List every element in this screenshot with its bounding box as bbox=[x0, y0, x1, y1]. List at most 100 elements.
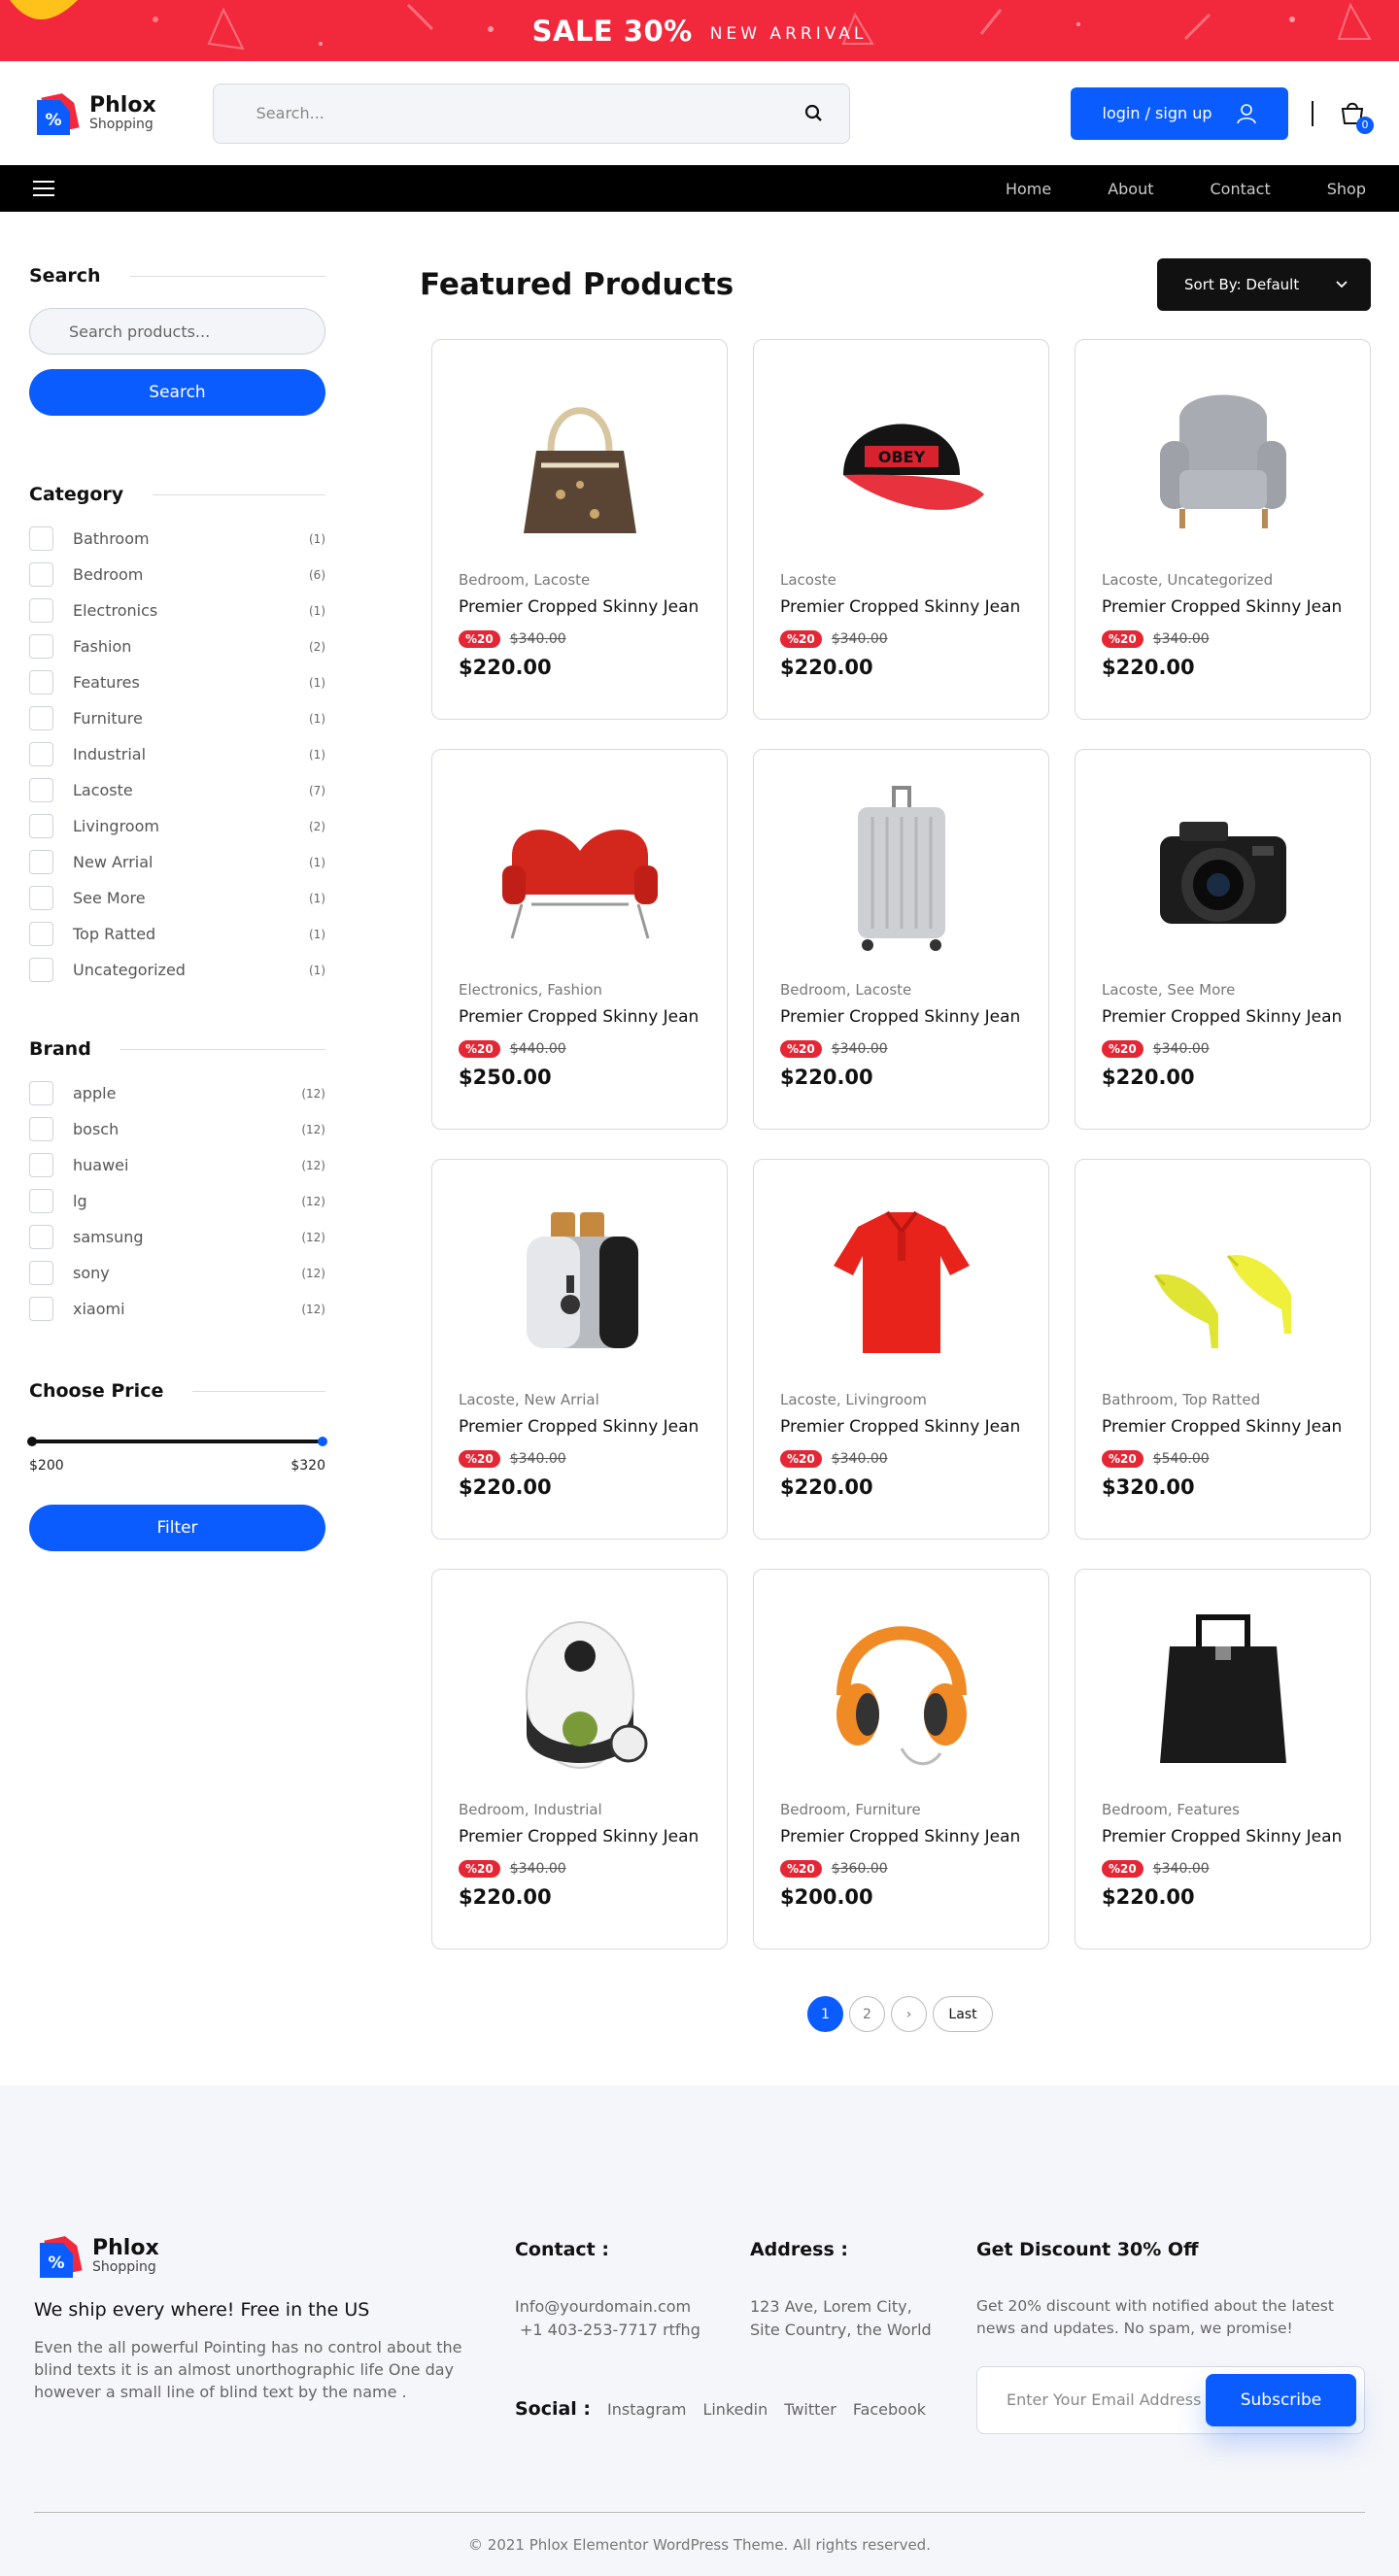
checkbox[interactable] bbox=[29, 1261, 53, 1285]
product-card[interactable]: Bedroom, Furniture Premier Cropped Skinny… bbox=[753, 1569, 1049, 1949]
category-item[interactable]: Top Ratted (1) bbox=[29, 916, 325, 952]
product-image[interactable] bbox=[459, 340, 700, 571]
checkbox[interactable] bbox=[29, 1117, 53, 1141]
product-card[interactable]: Lacoste, Livingroom Premier Cropped Skinn… bbox=[753, 1159, 1049, 1540]
checkbox[interactable] bbox=[29, 526, 53, 551]
last-page-button[interactable]: Last bbox=[933, 1996, 993, 2032]
product-image[interactable] bbox=[1102, 340, 1344, 571]
checkbox[interactable] bbox=[29, 814, 53, 838]
product-categories[interactable]: Lacoste bbox=[780, 571, 1022, 589]
product-categories[interactable]: Bedroom, Lacoste bbox=[780, 981, 1022, 999]
price-slider[interactable] bbox=[27, 1437, 327, 1446]
checkbox[interactable] bbox=[29, 1153, 53, 1177]
contact-phone[interactable]: +1 403-253-7717 rtfhg bbox=[515, 2319, 750, 2342]
product-card[interactable]: Lacoste, Uncategorized Premier Cropped Sk… bbox=[1075, 339, 1371, 720]
sort-dropdown[interactable]: Sort By: Default bbox=[1157, 258, 1371, 311]
product-title[interactable]: Premier Cropped Skinny Jean bbox=[459, 1007, 700, 1027]
brand-item[interactable]: lg (12) bbox=[29, 1183, 325, 1219]
contact-email[interactable]: Info@yourdomain.com bbox=[515, 2295, 750, 2319]
nav-about[interactable]: About bbox=[1108, 180, 1153, 198]
product-categories[interactable]: Bathroom, Top Ratted bbox=[1102, 1391, 1344, 1408]
filter-button[interactable]: Filter bbox=[29, 1505, 325, 1551]
footer-logo[interactable]: % Phlox Shopping bbox=[34, 2231, 489, 2282]
category-item[interactable]: Features (1) bbox=[29, 664, 325, 700]
search-icon[interactable] bbox=[804, 104, 824, 123]
product-image[interactable] bbox=[1102, 750, 1344, 981]
nav-shop[interactable]: Shop bbox=[1327, 180, 1366, 198]
product-title[interactable]: Premier Cropped Skinny Jean bbox=[1102, 1827, 1344, 1847]
brand-item[interactable]: samsung (12) bbox=[29, 1219, 325, 1255]
header-search-input[interactable] bbox=[256, 104, 804, 122]
product-card[interactable]: OBEY Lacoste Premier Cropped Skinny Jean %2… bbox=[753, 339, 1049, 720]
brand-item[interactable]: bosch (12) bbox=[29, 1111, 325, 1147]
checkbox[interactable] bbox=[29, 670, 53, 695]
brand-item[interactable]: huawei (12) bbox=[29, 1147, 325, 1183]
checkbox[interactable] bbox=[29, 634, 53, 659]
product-title[interactable]: Premier Cropped Skinny Jean bbox=[1102, 1007, 1344, 1027]
product-card[interactable]: Electronics, Fashion Premier Cropped Skin… bbox=[431, 749, 728, 1130]
product-card[interactable]: Bedroom, Lacoste Premier Cropped Skinny J… bbox=[431, 339, 728, 720]
product-title[interactable]: Premier Cropped Skinny Jean bbox=[780, 1827, 1022, 1847]
product-card[interactable]: Bedroom, Features Premier Cropped Skinny … bbox=[1075, 1569, 1371, 1949]
page-1-button[interactable]: 1 bbox=[807, 1996, 843, 2032]
product-image[interactable] bbox=[1102, 1570, 1344, 1801]
checkbox[interactable] bbox=[29, 562, 53, 587]
brand-item[interactable]: apple (12) bbox=[29, 1075, 325, 1111]
newsletter-email-input[interactable] bbox=[1007, 2390, 1206, 2409]
checkbox[interactable] bbox=[29, 742, 53, 766]
product-categories[interactable]: Bedroom, Features bbox=[1102, 1801, 1344, 1818]
product-title[interactable]: Premier Cropped Skinny Jean bbox=[780, 1417, 1022, 1437]
product-title[interactable]: Premier Cropped Skinny Jean bbox=[459, 1417, 700, 1437]
product-image[interactable] bbox=[780, 1160, 1022, 1391]
product-image[interactable]: OBEY bbox=[780, 340, 1022, 571]
price-min-handle[interactable] bbox=[27, 1437, 37, 1446]
product-card[interactable]: Lacoste, New Arrial Premier Cropped Skinn… bbox=[431, 1159, 728, 1540]
product-categories[interactable]: Lacoste, New Arrial bbox=[459, 1391, 700, 1408]
brand-item[interactable]: sony (12) bbox=[29, 1255, 325, 1291]
product-title[interactable]: Premier Cropped Skinny Jean bbox=[459, 1827, 700, 1847]
product-image[interactable] bbox=[780, 1570, 1022, 1801]
product-categories[interactable]: Electronics, Fashion bbox=[459, 981, 700, 999]
product-card[interactable]: Bedroom, Industrial Premier Cropped Skinn… bbox=[431, 1569, 728, 1949]
product-card[interactable]: Bathroom, Top Ratted Premier Cropped Skin… bbox=[1075, 1159, 1371, 1540]
checkbox[interactable] bbox=[29, 778, 53, 802]
product-categories[interactable]: Bedroom, Industrial bbox=[459, 1801, 700, 1818]
product-image[interactable] bbox=[1102, 1160, 1344, 1391]
product-title[interactable]: Premier Cropped Skinny Jean bbox=[780, 1007, 1022, 1027]
product-categories[interactable]: Lacoste, Uncategorized bbox=[1102, 571, 1344, 589]
category-item[interactable]: Bedroom (6) bbox=[29, 557, 325, 593]
checkbox[interactable] bbox=[29, 1225, 53, 1249]
product-categories[interactable]: Bedroom, Furniture bbox=[780, 1801, 1022, 1818]
category-item[interactable]: Livingroom (2) bbox=[29, 808, 325, 844]
checkbox[interactable] bbox=[29, 1297, 53, 1321]
product-title[interactable]: Premier Cropped Skinny Jean bbox=[1102, 1417, 1344, 1437]
product-categories[interactable]: Bedroom, Lacoste bbox=[459, 571, 700, 589]
product-title[interactable]: Premier Cropped Skinny Jean bbox=[1102, 597, 1344, 617]
site-logo[interactable]: % Phlox Shopping bbox=[31, 88, 156, 139]
subscribe-button[interactable]: Subscribe bbox=[1206, 2373, 1356, 2426]
product-image[interactable] bbox=[459, 1160, 700, 1391]
category-item[interactable]: Fashion (2) bbox=[29, 628, 325, 664]
cart-button[interactable]: 0 bbox=[1339, 99, 1374, 134]
checkbox[interactable] bbox=[29, 706, 53, 730]
login-button[interactable]: login / sign up bbox=[1071, 86, 1288, 140]
nav-home[interactable]: Home bbox=[1006, 180, 1051, 198]
checkbox[interactable] bbox=[29, 1081, 53, 1105]
next-page-button[interactable]: › bbox=[891, 1996, 927, 2032]
price-max-handle[interactable] bbox=[318, 1437, 327, 1446]
product-card[interactable]: Bedroom, Lacoste Premier Cropped Skinny J… bbox=[753, 749, 1049, 1130]
category-item[interactable]: Electronics (1) bbox=[29, 593, 325, 628]
category-item[interactable]: New Arrial (1) bbox=[29, 844, 325, 880]
checkbox[interactable] bbox=[29, 922, 53, 946]
social-instagram[interactable]: Instagram bbox=[607, 2400, 686, 2419]
checkbox[interactable] bbox=[29, 886, 53, 910]
page-2-button[interactable]: 2 bbox=[849, 1996, 885, 2032]
product-image[interactable] bbox=[780, 750, 1022, 981]
product-title[interactable]: Premier Cropped Skinny Jean bbox=[780, 597, 1022, 617]
brand-item[interactable]: xiaomi (12) bbox=[29, 1291, 325, 1327]
checkbox[interactable] bbox=[29, 850, 53, 874]
product-image[interactable] bbox=[459, 750, 700, 981]
category-item[interactable]: Lacoste (7) bbox=[29, 772, 325, 808]
product-title[interactable]: Premier Cropped Skinny Jean bbox=[459, 597, 700, 617]
menu-icon[interactable] bbox=[33, 181, 54, 196]
